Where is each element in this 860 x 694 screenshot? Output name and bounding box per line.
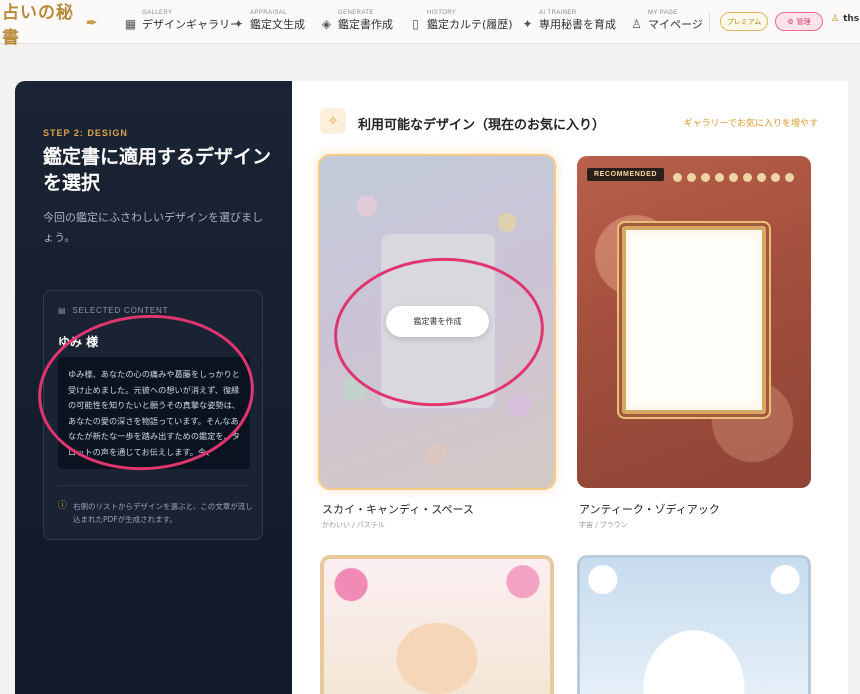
nav-ai-trainer[interactable]: ✦ AI TRAINER 専用秘書を育成 <box>521 9 616 32</box>
design-card-sky-candy[interactable]: 鑑定書を作成 <box>320 156 554 488</box>
selection-note: ⓘ 右側のリストからデザインを選ぶと、この文章が流し込まれたPDFが生成されます… <box>58 500 254 526</box>
client-name: ゆみ 様 <box>58 335 99 349</box>
nav-ai-trainer-sub: AI TRAINER <box>539 10 577 16</box>
logo-text: 占いの秘書 <box>2 3 74 48</box>
nav-mypage[interactable]: ♙ MY PAGE マイページ <box>630 9 703 32</box>
design-card-rose[interactable] <box>320 555 554 694</box>
selected-content-header: ▤ SELECTED CONTENT <box>58 306 168 315</box>
feather-icon: ✒ <box>86 15 98 31</box>
section-title: 利用可能なデザイン（現在のお気に入り） <box>358 118 606 133</box>
gallery-link[interactable]: ギャラリーでお気に入りを増やす <box>684 116 818 129</box>
design-name: スカイ・キャンディ・スペース <box>322 503 474 516</box>
design-name: アンティーク・ゾディアック <box>579 503 720 516</box>
user-menu[interactable]: ♙ ths <box>831 14 859 24</box>
step-label: STEP 2: DESIGN <box>43 128 128 138</box>
selection-note-text: 右側のリストからデザインを選ぶと、この文章が流し込まれたPDFが生成されます。 <box>73 502 253 524</box>
gear-icon: ⚙ <box>787 17 794 26</box>
sparkle-icon: ✦ <box>233 17 244 31</box>
nav-mypage-label: マイページ <box>648 18 703 31</box>
premium-button[interactable]: プレミアム <box>720 12 768 31</box>
nav-generate-label: 鑑定書作成 <box>338 18 393 31</box>
design-tags: 宇宙 / ブラウン <box>579 521 628 529</box>
admin-button-label: 管理 <box>796 17 811 26</box>
divider <box>58 485 250 486</box>
app-logo[interactable]: 占いの秘書 ✒ <box>2 3 98 48</box>
user-icon: ♙ <box>831 14 840 24</box>
sparkle-icon: ✧ <box>320 108 346 134</box>
nav-gallery-label: デザインギャラリー <box>142 18 241 31</box>
nav-history-label: 鑑定カルテ(履歴) <box>427 18 513 31</box>
nav-mypage-sub: MY PAGE <box>648 10 678 16</box>
nav-generate-sub: GENERATE <box>338 10 374 16</box>
sparkle-icon: ✦ <box>522 17 533 31</box>
nav-history-sub: HISTORY <box>427 10 457 16</box>
nav-appraisal-sub: APPRAISAL <box>250 10 287 16</box>
nav-gallery[interactable]: ▦ GALLERY デザインギャラリー <box>124 9 241 32</box>
nav-history[interactable]: ▯ HISTORY 鑑定カルテ(履歴) <box>409 9 513 32</box>
design-step-panel: STEP 2: DESIGN 鑑定書に適用するデザインを選択 今回の鑑定にふさわ… <box>15 81 292 694</box>
moon-phase-decoration <box>673 173 794 182</box>
grid-icon: ▦ <box>124 17 137 31</box>
nav-ai-trainer-label: 専用秘書を育成 <box>539 18 616 31</box>
design-tags: かわいい / パステル <box>322 521 385 529</box>
document-icon: ▤ <box>58 306 67 315</box>
design-card-crystal[interactable] <box>577 555 811 694</box>
info-icon: ⓘ <box>58 501 68 511</box>
top-navigation-bar: 占いの秘書 ✒ ▦ GALLERY デザインギャラリー ✦ APPRAISAL 鑑定… <box>0 0 860 48</box>
design-thumbnail <box>320 555 554 694</box>
nav-appraisal[interactable]: ✦ APPRAISAL 鑑定文生成 <box>232 9 305 32</box>
admin-button[interactable]: ⚙ 管理 <box>775 12 823 31</box>
nav-appraisal-label: 鑑定文生成 <box>250 18 305 31</box>
design-card-antique-zodiac[interactable]: RECOMMENDED <box>577 156 811 488</box>
design-thumbnail <box>577 555 811 694</box>
nav-gallery-sub: GALLERY <box>142 10 173 16</box>
selected-content-label: SELECTED CONTENT <box>72 306 169 315</box>
book-icon: ▯ <box>412 17 419 31</box>
user-icon: ♙ <box>631 17 642 31</box>
tag-icon: ◈ <box>321 17 332 31</box>
user-name: ths <box>843 14 860 24</box>
design-list-panel: ✧ 利用可能なデザイン（現在のお気に入り） ギャラリーでお気に入りを増やす 鑑定… <box>292 81 848 694</box>
panel-description: 今回の鑑定にふさわしいデザインを選びましょう。 <box>43 211 263 244</box>
recommended-badge: RECOMMENDED <box>587 168 664 181</box>
header-divider <box>709 12 710 32</box>
appraisal-text-preview[interactable]: ゆみ様、あなたの心の痛みや葛藤をしっかりと受け止めました。元彼への想いが消えず、… <box>58 357 250 469</box>
design-thumbnail <box>577 156 811 488</box>
create-report-button[interactable]: 鑑定書を作成 <box>386 306 489 337</box>
panel-title: 鑑定書に適用するデザインを選択 <box>43 146 272 194</box>
nav-generate[interactable]: ◈ GENERATE 鑑定書作成 <box>320 9 393 32</box>
selected-content-box: ▤ SELECTED CONTENT ゆみ 様 ゆみ様、あなたの心の痛みや葛藤を… <box>43 290 263 540</box>
